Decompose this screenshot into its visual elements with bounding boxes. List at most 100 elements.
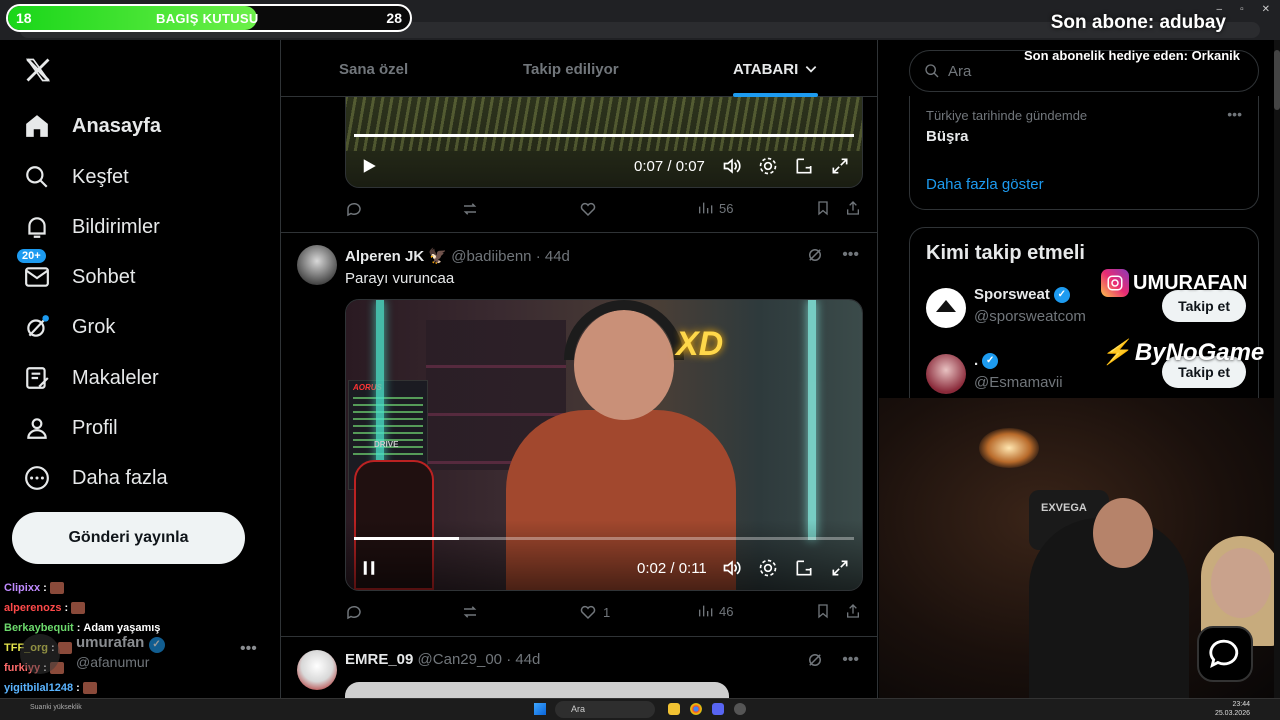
search-input[interactable] [948,62,1228,80]
repost-button[interactable] [461,200,479,218]
grok-icon[interactable] [806,651,824,669]
tweet-age[interactable]: · 44d [506,651,540,668]
video-controls: 0:02 / 0:11 [346,555,862,581]
taskbar-weather[interactable]: Suanki yükseklik [30,704,82,711]
nav-item-home[interactable]: Anasayfa [22,106,161,146]
chat-message: yigitbilal1248: [4,682,97,694]
pip-icon[interactable] [794,558,814,578]
cam-person-2-face [1211,548,1271,618]
tweet-media-preview[interactable] [345,682,729,698]
search-icon [22,162,52,192]
more-icon[interactable]: ••• [842,651,859,669]
taskbar-search[interactable]: Ara [555,701,655,718]
tweet-author-name[interactable]: Alperen JK [345,248,424,265]
nav-item-grok[interactable]: Grok [22,307,115,347]
file-explorer-icon[interactable] [668,703,680,715]
settings-icon[interactable] [758,558,778,578]
reply-button[interactable] [345,603,363,621]
nav-item-label: Sohbet [72,265,136,288]
chat-bubble-icon [1209,639,1239,668]
follow-handle: @Esmamavii [974,374,1063,391]
more-icon[interactable]: ••• [1227,106,1242,122]
tweet-divider [281,636,877,637]
nav-item-more[interactable]: Daha fazla [22,458,168,498]
volume-icon[interactable] [722,156,742,176]
sponsor-logo-icon: ⚡ [1101,339,1131,366]
nav-item-explore[interactable]: Keşfet [22,157,129,197]
video-progress-fill [354,537,459,540]
video-time: 0:07 / 0:07 [634,157,705,175]
account-name: umurafan ✓ [76,634,165,653]
follow-name: Sporsweat ✓ [974,286,1070,303]
more-icon[interactable]: ••• [240,640,257,658]
views-button[interactable]: 46 [697,603,733,619]
tweet-divider [281,232,877,233]
more-icon[interactable]: ••• [842,246,859,264]
maximize-icon[interactable]: ▫ [1240,4,1244,15]
avatar[interactable] [297,245,337,285]
follow-name: . ✓ [974,352,999,369]
close-icon[interactable]: ✕ [1262,4,1270,15]
trends-box: Türkiye tarihinde gündemde Büşra ••• Dah… [909,96,1259,210]
video-player[interactable]: AORUS DRIVE XD 0:02 / 0:11 [345,299,863,591]
nav-item-messages[interactable]: Sohbet [22,257,135,297]
pip-icon[interactable] [794,156,814,176]
nav-item-label: Makaleler [72,366,159,389]
search-icon [925,64,939,78]
fullscreen-icon[interactable] [830,558,850,578]
taskbar-clock[interactable]: 23:44 25.03.2026 [1215,700,1250,718]
tweet-author-name[interactable]: EMRE_09 [345,651,413,668]
avatar[interactable] [297,650,337,690]
video-progress-bar[interactable] [354,134,854,137]
video-progress-bar[interactable] [354,537,854,540]
tab-for-you[interactable]: Sana özel [339,40,408,97]
nav-item-notifications[interactable]: Bildirimler [22,207,160,247]
views-icon [699,605,713,617]
tab-following[interactable]: Takip ediliyor [523,40,619,97]
fullscreen-icon[interactable] [830,156,850,176]
chat-username: Clipixx [4,582,41,594]
trend-name[interactable]: Büşra [926,128,969,145]
pause-icon[interactable] [360,559,378,577]
views-count: 56 [719,200,734,216]
grok-icon[interactable] [806,246,824,264]
account-handle: @afanumur [76,654,150,670]
tab-atabari[interactable]: ATABARI [733,40,819,97]
play-icon[interactable] [360,157,378,175]
sponsor-name: ByNoGame [1134,338,1265,366]
bookmark-button[interactable] [815,603,831,619]
verified-icon: ✓ [148,637,165,653]
show-more-link[interactable]: Daha fazla göster [926,176,1044,193]
repost-icon [463,203,477,215]
share-button[interactable] [845,200,861,216]
reply-button[interactable] [345,200,363,218]
like-button[interactable] [579,200,597,218]
scrollbar-thumb[interactable] [1274,50,1280,110]
volume-icon[interactable] [722,558,742,578]
chat-message: alperenozs: [4,602,86,614]
windows-start-icon[interactable] [534,703,546,715]
share-button[interactable] [845,603,861,619]
tweet-author-handle[interactable]: @Can29_00 [418,651,502,668]
more-circle-icon [22,463,52,493]
chrome-icon[interactable] [690,703,702,715]
views-count: 46 [719,603,734,619]
x-logo-icon[interactable] [24,56,52,84]
repost-button[interactable] [461,603,479,621]
settings-icon[interactable] [758,156,778,176]
tweet-author-handle[interactable]: @badiibenn [451,248,531,265]
tweet-age[interactable]: · 44d [536,248,570,265]
scrollbar[interactable] [1274,40,1280,698]
discord-icon[interactable] [712,703,724,715]
bookmark-button[interactable] [815,200,831,216]
nav-item-articles[interactable]: Makaleler [22,358,159,398]
messages-fab[interactable] [1197,626,1253,682]
follow-handle: @sporsweatcom [974,308,1086,325]
app-icon[interactable] [734,703,746,715]
account-switcher[interactable]: umurafan ✓ @afanumur ••• [20,632,270,674]
nav-item-profile[interactable]: Profil [22,408,118,448]
views-button[interactable]: 56 [697,200,733,216]
like-button[interactable]: 1 [579,603,610,621]
post-button[interactable]: Gönderi yayınla [12,512,245,564]
instagram-overlay: UMURAFAN [1101,269,1247,297]
